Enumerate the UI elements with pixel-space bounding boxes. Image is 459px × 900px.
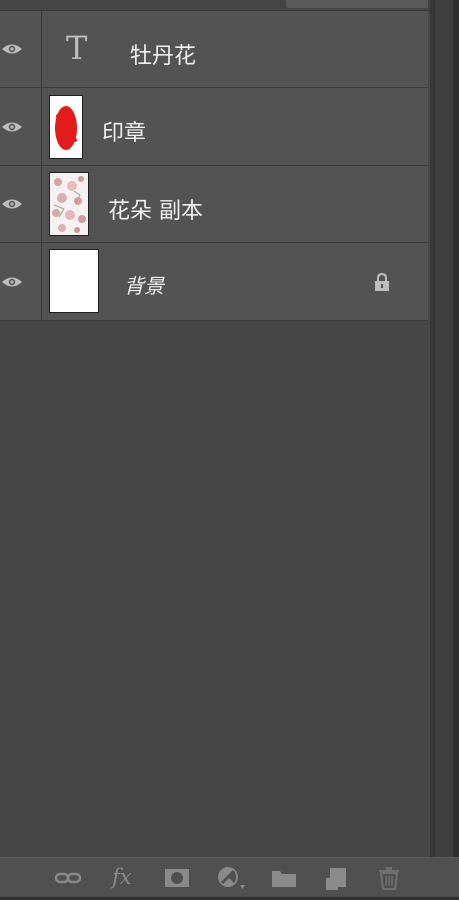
layer-name[interactable]: 花朵 副本 <box>108 193 203 225</box>
layer-row-text[interactable]: T 牡丹花 <box>0 11 428 88</box>
layers-footer-toolbar: fx <box>0 857 459 897</box>
layer-style-button[interactable]: fx <box>110 865 138 891</box>
visibility-toggle[interactable] <box>0 88 42 165</box>
scrollbar-groove <box>430 0 435 860</box>
link-layers-icon <box>54 872 82 884</box>
delete-layer-button[interactable] <box>375 865 403 891</box>
panel-scrollbar[interactable] <box>430 0 459 900</box>
layer-name[interactable]: 牡丹花 <box>130 38 196 70</box>
text-layer-icon: T <box>66 29 88 67</box>
eye-icon <box>2 199 22 209</box>
link-layers-button[interactable] <box>54 865 82 891</box>
window-edge <box>453 0 459 900</box>
new-layer-button[interactable] <box>322 865 350 891</box>
adjustment-layer-icon <box>218 867 245 889</box>
new-group-icon <box>272 871 296 887</box>
panel-top-strip <box>0 0 430 11</box>
eye-icon <box>2 122 22 131</box>
fx-icon: fx <box>112 865 132 889</box>
new-group-button[interactable] <box>270 865 298 891</box>
layer-row-seal[interactable]: 印章 <box>0 88 428 166</box>
lock-icon <box>375 272 389 291</box>
layer-name[interactable]: 背景 <box>124 270 164 299</box>
layers-panel: T 牡丹花 印章 花朵 副本 背景 <box>0 0 430 900</box>
layer-thumbnail[interactable] <box>49 249 99 313</box>
add-mask-button[interactable] <box>163 865 191 891</box>
new-layer-icon <box>326 868 346 890</box>
layer-thumbnail[interactable] <box>49 95 83 159</box>
visibility-toggle[interactable] <box>0 243 42 320</box>
eye-icon <box>2 277 22 286</box>
panel-tab-lip <box>286 0 428 8</box>
layer-row-flowers-copy[interactable]: 花朵 副本 <box>0 166 428 243</box>
layer-row-background[interactable]: 背景 <box>0 243 428 321</box>
seal-thumbnail-image <box>55 106 77 150</box>
add-mask-icon <box>165 869 189 887</box>
eye-icon <box>2 44 22 54</box>
layer-thumbnail[interactable] <box>49 172 89 236</box>
visibility-toggle[interactable] <box>0 166 42 242</box>
flower-pattern-thumbnail-image <box>50 173 88 235</box>
visibility-toggle[interactable] <box>0 11 42 87</box>
trash-icon <box>379 867 399 890</box>
adjustment-layer-button[interactable] <box>216 865 245 891</box>
layer-name[interactable]: 印章 <box>102 115 146 147</box>
